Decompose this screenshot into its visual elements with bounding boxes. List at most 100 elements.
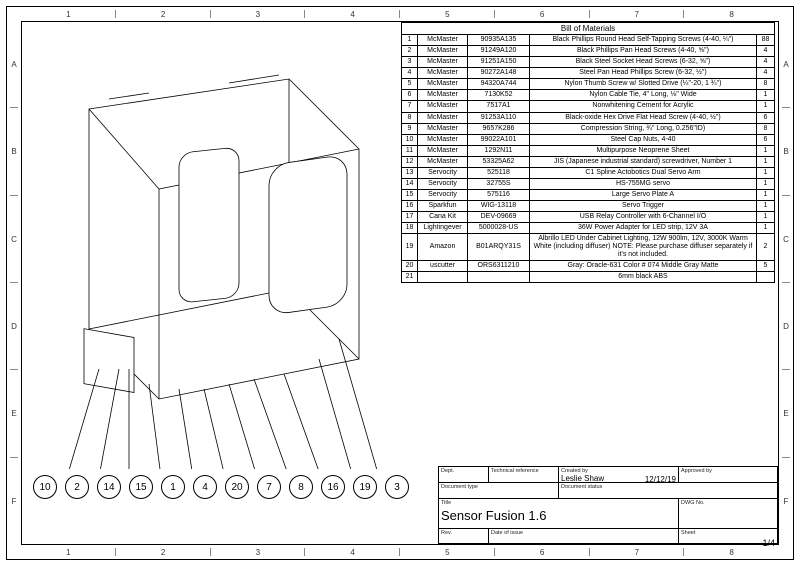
ruler-col: 4 xyxy=(305,7,400,21)
ruler-col: 3 xyxy=(211,545,306,559)
bom-row: 4McMaster90272A148Steel Pan Head Phillip… xyxy=(402,68,775,79)
bom-cell-qty: 1 xyxy=(756,156,774,167)
bom-cell-vendor: McMaster xyxy=(418,79,468,90)
bom-cell-desc: 36W Power Adapter for LED strip, 12V 3A xyxy=(530,222,757,233)
bom-cell-vendor: Sparkfun xyxy=(418,200,468,211)
bom-cell-item: 4 xyxy=(402,68,418,79)
bom-cell-part: 32755S xyxy=(468,178,530,189)
ruler-row: A xyxy=(779,21,793,108)
ruler-row: D xyxy=(779,283,793,370)
balloon: 3 xyxy=(385,475,409,499)
bom-cell-qty: 1 xyxy=(756,222,774,233)
bom-cell-part: 5000028-US xyxy=(468,222,530,233)
bom-cell-vendor: McMaster xyxy=(418,145,468,156)
tb-rev-label: Rev. xyxy=(441,530,486,536)
bom-cell-item: 6 xyxy=(402,90,418,101)
bom-cell-item: 12 xyxy=(402,156,418,167)
tb-dept-label: Dept. xyxy=(441,468,486,474)
bom-row: 12McMaster53325A62JIS (Japanese industri… xyxy=(402,156,775,167)
ruler-col: 7 xyxy=(590,545,685,559)
balloon: 1 xyxy=(161,475,185,499)
bom-cell-vendor: Lightingever xyxy=(418,222,468,233)
bom-cell-item: 18 xyxy=(402,222,418,233)
balloon: 14 xyxy=(97,475,121,499)
bom-cell-item: 17 xyxy=(402,211,418,222)
bom-cell-part: B01ARQY31S xyxy=(468,234,530,261)
ruler-row: B xyxy=(7,108,21,195)
bom-cell-vendor: McMaster xyxy=(418,46,468,57)
tb-doctype-label: Document type xyxy=(441,484,556,490)
callout-balloons: 10 2 14 15 1 4 20 7 8 16 19 3 xyxy=(33,467,409,507)
bom-cell-item: 14 xyxy=(402,178,418,189)
bom-row: 20uscutterORS6311210Gray: Oracle-631 Col… xyxy=(402,261,775,272)
bom-cell-vendor: uscutter xyxy=(418,261,468,272)
bom-cell-qty: 1 xyxy=(756,178,774,189)
bom-cell-vendor: Cana Kit xyxy=(418,211,468,222)
bom-cell-item: 21 xyxy=(402,272,418,283)
bom-row: 16SparkfunWIG-13118Servo Trigger1 xyxy=(402,200,775,211)
isometric-drawing xyxy=(29,39,389,469)
bom-row: 5McMaster94320A744Nylon Thumb Screw w/ S… xyxy=(402,79,775,90)
tb-docstatus-label: Document status xyxy=(561,484,776,490)
bom-cell-desc: Large Servo Plate A xyxy=(530,189,757,200)
bom-cell-item: 7 xyxy=(402,101,418,112)
bom-cell-vendor: McMaster xyxy=(418,90,468,101)
ruler-col: 8 xyxy=(684,7,779,21)
tb-dwgno-label: DWG No. xyxy=(681,500,776,506)
bom-cell-qty: 1 xyxy=(756,200,774,211)
balloon: 19 xyxy=(353,475,377,499)
bom-cell-desc: Nylon Thumb Screw w/ Slotted Drive (¼"-2… xyxy=(530,79,757,90)
bom-cell-part xyxy=(468,272,530,283)
bom-row: 7McMaster7517A1Nonwhitening Cement for A… xyxy=(402,101,775,112)
bom-row: 2McMaster91249A120Black Phillips Pan Hea… xyxy=(402,46,775,57)
tb-created-by: Leslie Shaw xyxy=(561,473,604,483)
bom-cell-desc: Nonwhitening Cement for Acrylic xyxy=(530,101,757,112)
bom-cell-vendor: McMaster xyxy=(418,112,468,123)
bom-cell-vendor: McMaster xyxy=(418,156,468,167)
bom-cell-desc: USB Relay Controller with 6-Channel I/O xyxy=(530,211,757,222)
bom-cell-item: 2 xyxy=(402,46,418,57)
ruler-col: 6 xyxy=(495,545,590,559)
tb-approved-label: Approved by xyxy=(681,468,776,474)
bom-cell-part: 99022A101 xyxy=(468,134,530,145)
title-block: Dept. Technical reference Created by Les… xyxy=(438,466,778,544)
bom-cell-item: 15 xyxy=(402,189,418,200)
bom-cell-part: 90272A148 xyxy=(468,68,530,79)
bom-cell-desc: C1 Spline Actobotics Dual Servo Arm xyxy=(530,167,757,178)
bom-row: 15Servocity575116Large Servo Plate A1 xyxy=(402,189,775,200)
balloon: 15 xyxy=(129,475,153,499)
ruler-col: 4 xyxy=(305,545,400,559)
bom-row: 14Servocity32755SHS-755MG servo1 xyxy=(402,178,775,189)
bom-cell-part: 7517A1 xyxy=(468,101,530,112)
bom-row: 10McMaster99022A101Steel Cap Nuts, 4-406 xyxy=(402,134,775,145)
ruler-row: C xyxy=(7,196,21,283)
bom-cell-qty: 8 xyxy=(756,123,774,134)
ruler-row: E xyxy=(7,370,21,457)
bom-cell-desc: JIS (Japanese industrial standard) screw… xyxy=(530,156,757,167)
ruler-row: F xyxy=(7,458,21,545)
bom-row: 1McMaster90935A135Black Phillips Round H… xyxy=(402,35,775,46)
sheet-number: 1/4 xyxy=(681,536,777,550)
ruler-row: C xyxy=(779,196,793,283)
ruler-row: D xyxy=(7,283,21,370)
bom-row: 11McMaster1292N11Multipurpose Neoprene S… xyxy=(402,145,775,156)
bom-row: 216mm black ABS xyxy=(402,272,775,283)
bom-cell-vendor xyxy=(418,272,468,283)
bom-cell-desc: Gray: Oracle-631 Color # 074 Middle Gray… xyxy=(530,261,757,272)
ruler-row: B xyxy=(779,108,793,195)
bom-cell-qty xyxy=(756,272,774,283)
bom-cell-desc: Steel Cap Nuts, 4-40 xyxy=(530,134,757,145)
bom-cell-qty: 6 xyxy=(756,112,774,123)
bom-row: 18Lightingever5000028-US36W Power Adapte… xyxy=(402,222,775,233)
bom-row: 6McMaster7130K52Nylon Cable Tie, 4" Long… xyxy=(402,90,775,101)
bom-cell-vendor: McMaster xyxy=(418,68,468,79)
ruler-col: 7 xyxy=(590,7,685,21)
bom-cell-qty: 1 xyxy=(756,90,774,101)
bom-cell-part: 94320A744 xyxy=(468,79,530,90)
bom-cell-part: 1292N11 xyxy=(468,145,530,156)
bom-cell-qty: 1 xyxy=(756,145,774,156)
balloon: 16 xyxy=(321,475,345,499)
bom-cell-vendor: Servocity xyxy=(418,178,468,189)
bom-cell-item: 3 xyxy=(402,57,418,68)
bom-cell-part: 525118 xyxy=(468,167,530,178)
